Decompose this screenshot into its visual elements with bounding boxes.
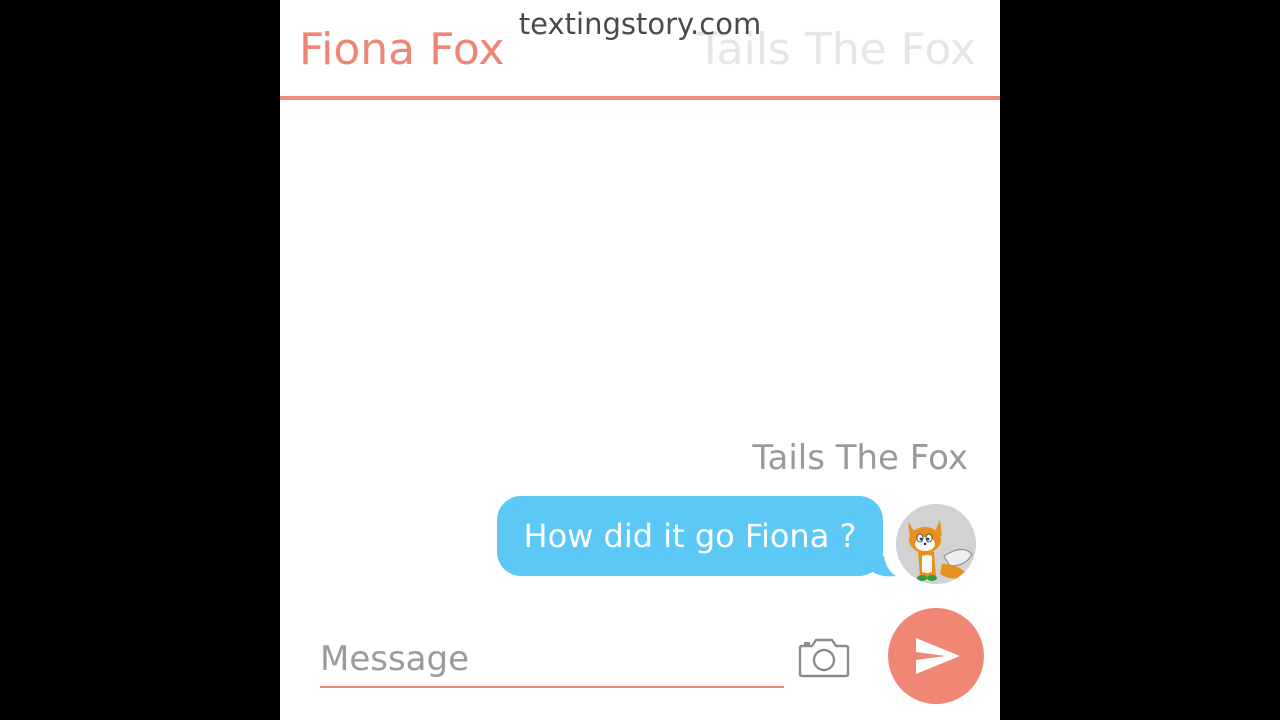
watermark: textingstory.com bbox=[518, 7, 762, 41]
send-button[interactable] bbox=[888, 608, 984, 704]
camera-button[interactable] bbox=[796, 634, 852, 682]
fox-avatar bbox=[896, 504, 976, 584]
camera-icon bbox=[798, 638, 850, 678]
chat-screen: Fiona Fox Tails The Fox textingstory.com… bbox=[280, 0, 1000, 720]
header-divider bbox=[280, 96, 1000, 100]
message-sender-name: Tails The Fox bbox=[752, 438, 968, 478]
fox-avatar-icon bbox=[896, 504, 976, 584]
video-frame: Fiona Fox Tails The Fox textingstory.com… bbox=[0, 0, 1280, 720]
send-icon bbox=[916, 638, 960, 674]
message-bubble: How did it go Fiona ? bbox=[497, 496, 883, 576]
chat-header: Fiona Fox Tails The Fox textingstory.com bbox=[280, 0, 1000, 96]
message-input[interactable]: Message bbox=[320, 632, 784, 688]
